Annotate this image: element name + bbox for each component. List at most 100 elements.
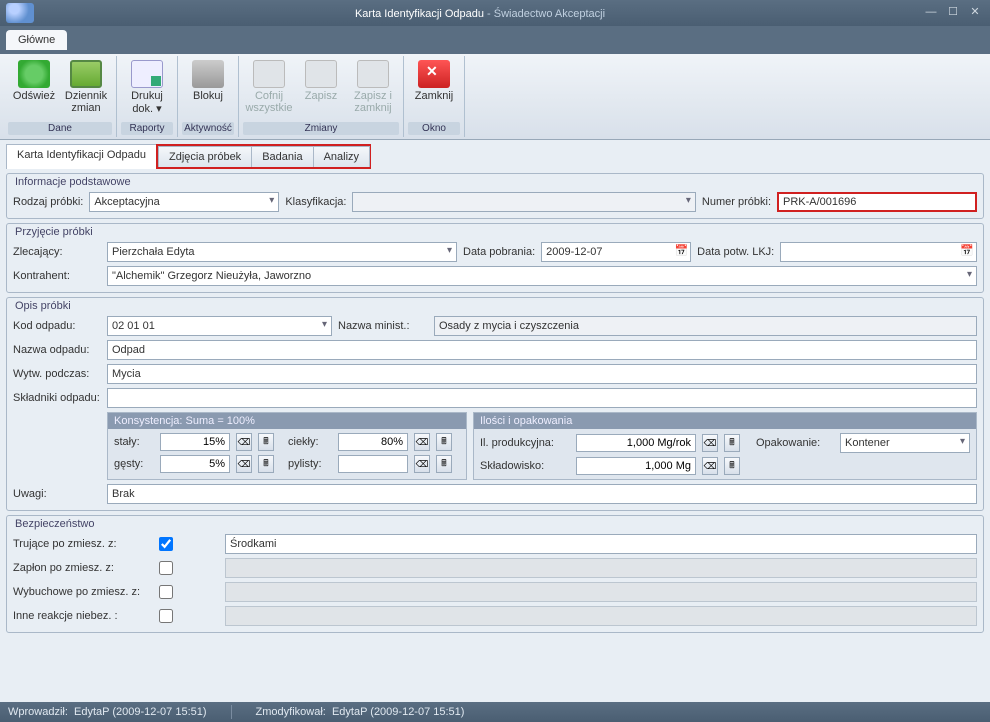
pylisty-calc-button[interactable]: 🖩 bbox=[436, 455, 452, 473]
maximize-button[interactable]: ☐ bbox=[944, 6, 962, 20]
pylisty-input[interactable] bbox=[338, 455, 408, 473]
sklad-input[interactable] bbox=[576, 457, 696, 475]
save-close-button: Zapisz i zamknij bbox=[347, 58, 399, 122]
opak-combo[interactable]: Kontener bbox=[840, 433, 970, 453]
sklad-clear-button[interactable]: ⌫ bbox=[702, 457, 718, 475]
inne-label: Inne reakcje niebez. : bbox=[13, 610, 153, 622]
tab-badania[interactable]: Badania bbox=[251, 146, 313, 167]
ribbon-group-aktywnosc: Blokuj Aktywność bbox=[178, 56, 239, 137]
ciekly-calc-button[interactable]: 🖩 bbox=[436, 433, 452, 451]
ribbon-group-zmiany: Cofnij wszystkie Zapisz Zapisz i zamknij… bbox=[239, 56, 404, 137]
zlec-combo[interactable]: Pierzchała Edyta bbox=[107, 242, 457, 262]
rodzaj-combo[interactable]: Akceptacyjna bbox=[89, 192, 279, 212]
ribbon-tabstrip: Główne bbox=[0, 26, 990, 54]
tab-analizy[interactable]: Analizy bbox=[313, 146, 370, 167]
tab-zdjecia[interactable]: Zdjęcia próbek bbox=[158, 146, 252, 167]
numer-label: Numer próbki: bbox=[702, 196, 771, 208]
close-window-button[interactable]: ✕ bbox=[966, 6, 984, 20]
ribbon: Odśwież Dziennik zmian Dane Drukuj dok. … bbox=[0, 54, 990, 140]
print-doc-button[interactable]: Drukuj dok. ▾ bbox=[121, 58, 173, 122]
kod-combo[interactable]: 02 01 01 bbox=[107, 316, 332, 336]
title-sub: - Świadectwo Akceptacji bbox=[484, 8, 605, 20]
skl-label: Składniki odpadu: bbox=[13, 392, 101, 404]
kontr-label: Kontrahent: bbox=[13, 270, 101, 282]
content-area: Karta Identyfikacji Odpadu Zdjęcia próbe… bbox=[0, 140, 990, 702]
pylisty-label: pylisty: bbox=[288, 458, 332, 470]
group-label-dane: Dane bbox=[8, 122, 112, 135]
inne-input bbox=[225, 606, 977, 626]
nazwa-min-input: Osady z mycia i czyszczenia bbox=[434, 316, 977, 336]
section-info: Informacje podstawowe Rodzaj próbki: Akc… bbox=[6, 173, 984, 219]
konsystencja-box: Konsystencja: Suma = 100% stały: ⌫ 🖩 cie… bbox=[107, 412, 467, 480]
section-przyjecie: Przyjęcie próbki Zlecający: Pierzchała E… bbox=[6, 223, 984, 293]
ciekly-clear-button[interactable]: ⌫ bbox=[414, 433, 430, 451]
tab-highlight-group: Zdjęcia próbek Badania Analizy bbox=[156, 144, 371, 169]
app-icon bbox=[6, 3, 34, 23]
status-zmodyfikowal: Zmodyfikował: EdytaP (2009-12-07 15:51) bbox=[256, 706, 465, 718]
lock-button[interactable]: Blokuj bbox=[182, 58, 234, 122]
staly-calc-button[interactable]: 🖩 bbox=[258, 433, 274, 451]
nazwa-odp-label: Nazwa odpadu: bbox=[13, 344, 101, 356]
changelog-button[interactable]: Dziennik zmian bbox=[60, 58, 112, 122]
wytw-input[interactable]: Mycia bbox=[107, 364, 977, 384]
data-pob-input[interactable]: 2009-12-07 bbox=[541, 242, 691, 262]
numer-input[interactable]: PRK-A/001696 bbox=[777, 192, 977, 212]
prod-calc-button[interactable]: 🖩 bbox=[724, 434, 740, 452]
titlebar: Karta Identyfikacji Odpadu - Świadectwo … bbox=[0, 0, 990, 26]
staly-clear-button[interactable]: ⌫ bbox=[236, 433, 252, 451]
kod-label: Kod odpadu: bbox=[13, 320, 101, 332]
klas-combo[interactable] bbox=[352, 192, 695, 212]
truj-input[interactable]: Środkami bbox=[225, 534, 977, 554]
subtabs: Karta Identyfikacji Odpadu Zdjęcia próbe… bbox=[6, 144, 984, 169]
nazwa-odp-input[interactable]: Odpad bbox=[107, 340, 977, 360]
pylisty-clear-button[interactable]: ⌫ bbox=[414, 455, 430, 473]
wybuch-input bbox=[225, 582, 977, 602]
skl-input[interactable] bbox=[107, 388, 977, 408]
refresh-icon bbox=[18, 60, 50, 88]
truj-label: Trujące po zmiesz. z: bbox=[13, 538, 153, 550]
title-main: Karta Identyfikacji Odpadu bbox=[355, 8, 484, 20]
kons-title: Konsystencja: Suma = 100% bbox=[108, 413, 466, 429]
prod-input[interactable] bbox=[576, 434, 696, 452]
prod-clear-button[interactable]: ⌫ bbox=[702, 434, 718, 452]
ribbon-group-raporty: Drukuj dok. ▾ Raporty bbox=[117, 56, 178, 137]
close-button[interactable]: Zamknij bbox=[408, 58, 460, 122]
gesty-label: gęsty: bbox=[114, 458, 154, 470]
ciekly-label: ciekły: bbox=[288, 436, 332, 448]
refresh-button[interactable]: Odśwież bbox=[8, 58, 60, 122]
klas-label: Klasyfikacja: bbox=[285, 196, 346, 208]
uwagi-label: Uwagi: bbox=[13, 488, 101, 500]
truj-checkbox[interactable] bbox=[159, 537, 173, 551]
ribbon-tab-main[interactable]: Główne bbox=[6, 30, 67, 50]
sklad-calc-button[interactable]: 🖩 bbox=[724, 457, 740, 475]
save-close-icon bbox=[357, 60, 389, 88]
section-bezp: Bezpieczeństwo Trujące po zmiesz. z: Śro… bbox=[6, 515, 984, 633]
data-potw-input[interactable] bbox=[780, 242, 977, 262]
gesty-input[interactable] bbox=[160, 455, 230, 473]
uwagi-input[interactable]: Brak bbox=[107, 484, 977, 504]
ribbon-group-dane: Odśwież Dziennik zmian Dane bbox=[4, 56, 117, 137]
staly-input[interactable] bbox=[160, 433, 230, 451]
wybuch-checkbox[interactable] bbox=[159, 585, 173, 599]
section-opis-title: Opis próbki bbox=[15, 300, 977, 312]
inne-checkbox[interactable] bbox=[159, 609, 173, 623]
zlec-label: Zlecający: bbox=[13, 246, 101, 258]
gesty-clear-button[interactable]: ⌫ bbox=[236, 455, 252, 473]
zaplon-checkbox[interactable] bbox=[159, 561, 173, 575]
data-potw-label: Data potw. LKJ: bbox=[697, 246, 774, 258]
statusbar: Wprowadził: EdytaP (2009-12-07 15:51) Zm… bbox=[0, 702, 990, 722]
undo-all-button: Cofnij wszystkie bbox=[243, 58, 295, 122]
minimize-button[interactable]: — bbox=[922, 6, 940, 20]
zaplon-input bbox=[225, 558, 977, 578]
save-button: Zapisz bbox=[295, 58, 347, 122]
rodzaj-label: Rodzaj próbki: bbox=[13, 196, 83, 208]
wytw-label: Wytw. podczas: bbox=[13, 368, 101, 380]
sklad-label: Składowisko: bbox=[480, 460, 570, 472]
nazwa-min-label: Nazwa minist.: bbox=[338, 320, 428, 332]
ciekly-input[interactable] bbox=[338, 433, 408, 451]
section-opis: Opis próbki Kod odpadu: 02 01 01 Nazwa m… bbox=[6, 297, 984, 511]
group-label-aktywnosc: Aktywność bbox=[182, 122, 234, 135]
kontr-combo[interactable]: "Alchemik" Grzegorz Nieużyła, Jaworzno bbox=[107, 266, 977, 286]
tab-karta[interactable]: Karta Identyfikacji Odpadu bbox=[6, 144, 157, 169]
gesty-calc-button[interactable]: 🖩 bbox=[258, 455, 274, 473]
